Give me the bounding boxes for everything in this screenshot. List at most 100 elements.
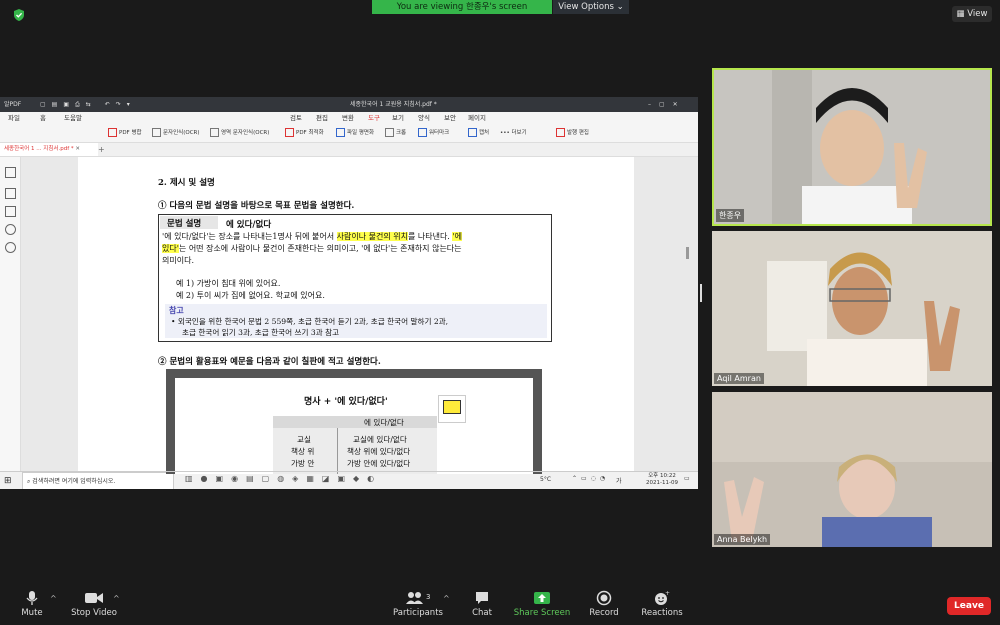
participants-count: 3: [426, 593, 430, 601]
share-screen-icon: [534, 592, 550, 604]
video-options-caret-icon[interactable]: ^: [113, 594, 120, 603]
new-tab-icon[interactable]: +: [98, 143, 105, 156]
participant-name: 한종우: [716, 209, 745, 222]
table-cell: 가방 안에 있다/없다: [347, 459, 411, 468]
participants-caret-icon[interactable]: ^: [443, 594, 450, 603]
watermark-icon: [418, 128, 427, 137]
pdf-titlebar: 알PDF ▢▤▣⎙⇆ ↶↷▾ 세종한국어 1 교원용 지침서.pdf * –▢✕: [0, 97, 698, 112]
view-options-button[interactable]: View Options ⌄: [552, 0, 629, 14]
more-icon: •••: [500, 130, 510, 136]
note-line2: 초급 한국어 읽기 3과, 초급 한국어 쓰기 3과 참고: [182, 328, 340, 337]
grammar-line2: 있다'는 어떤 장소에 사람이나 물건이 존재한다는 의미이고, '에 없다'는…: [162, 244, 462, 253]
ocr-button[interactable]: 문자인식(OCR): [152, 124, 200, 142]
note-label: 참고: [169, 306, 184, 315]
search-doc-icon[interactable]: [5, 242, 16, 253]
chat-button[interactable]: Chat: [464, 590, 500, 618]
taskbar-search[interactable]: ⌕ 검색하려면 여기에 입력하십시오.: [22, 472, 174, 489]
optimize-pdf-button[interactable]: PDF 최적화: [285, 124, 324, 142]
reactions-button[interactable]: + Reactions: [640, 590, 684, 618]
ime-indicator[interactable]: 가: [616, 476, 622, 485]
thumbnail-icon[interactable]: [5, 167, 16, 178]
menu-file[interactable]: 파일: [8, 112, 20, 124]
viewing-screen-banner: You are viewing 한종우's screen: [372, 0, 552, 14]
more-button[interactable]: ••• 더보기: [500, 124, 527, 142]
mute-label: Mute: [21, 608, 43, 618]
watermark-button[interactable]: 워터마크: [418, 124, 449, 142]
share-screen-button[interactable]: Share Screen: [512, 590, 572, 618]
participants-button[interactable]: 3 Participants: [390, 590, 446, 618]
resize-handle[interactable]: [700, 284, 702, 302]
comment-icon[interactable]: [5, 206, 16, 217]
svg-text:+: +: [665, 590, 670, 597]
video-camera-icon: [85, 593, 103, 603]
scrollbar-thumb[interactable]: [686, 247, 689, 259]
leave-button[interactable]: Leave: [947, 597, 991, 615]
table-cell: 교실: [297, 435, 311, 444]
tab-document[interactable]: 세종한국어 1 ... 지침서.pdf * ✕: [0, 143, 98, 156]
view-options-label: View Options: [558, 2, 614, 12]
notification-icon[interactable]: ▭: [684, 475, 690, 482]
menu-edit[interactable]: 편집: [316, 112, 328, 124]
menu-form[interactable]: 양식: [418, 112, 430, 124]
mute-button[interactable]: Mute: [14, 590, 50, 618]
video-tile-1[interactable]: 한종우: [712, 68, 992, 226]
share-screen-label: Share Screen: [513, 608, 571, 618]
menu-home[interactable]: 홈: [40, 112, 46, 124]
chat-icon: [476, 592, 488, 604]
sticky-note-icon[interactable]: [443, 400, 461, 414]
board-title: 명사 + '에 있다/없다': [304, 397, 388, 407]
note-line1: • 외국인을 위한 한국어 문법 2 559쪽, 초급 한국어 듣기 2과, 초…: [171, 317, 449, 326]
grammar-line1: '에 있다/없다'는 장소를 나타내는1명사 뒤에 붙어서 사람이나 물건의 위…: [162, 232, 462, 241]
windows-start-icon[interactable]: ⊞: [4, 475, 12, 487]
flatten-icon: [336, 128, 345, 137]
window-title: 세종한국어 1 교원용 지침서.pdf *: [350, 101, 437, 108]
publish-icon: [556, 128, 565, 137]
side-panel: [0, 157, 21, 471]
menu-help[interactable]: 도움말: [64, 112, 82, 124]
record-icon: [596, 590, 612, 606]
audio-options-caret-icon[interactable]: ^: [50, 594, 57, 603]
view-button[interactable]: ▦ View: [952, 6, 992, 22]
video-tile-2[interactable]: Aqil Amran: [712, 231, 992, 386]
capture-button[interactable]: 캡처: [468, 124, 489, 142]
example-1: 예 1) 가방이 침대 위에 있어요.: [176, 279, 281, 288]
encryption-shield-icon[interactable]: [12, 8, 26, 22]
tray-icons[interactable]: ⌃▭◌◔: [572, 475, 609, 482]
clock[interactable]: 오후 10:22 2021-11-09: [646, 473, 678, 487]
merge-pdf-button[interactable]: PDF 병합: [108, 124, 142, 142]
table-header: [273, 416, 437, 428]
menu-security[interactable]: 보안: [444, 112, 456, 124]
item1-heading: ① 다음의 문법 설명을 바탕으로 목표 문법을 설명한다.: [158, 201, 355, 211]
quick-access-icons[interactable]: ▢▤▣⎙⇆ ↶↷▾: [40, 97, 136, 112]
microphone-icon: [26, 591, 38, 605]
app-logo: 알PDF: [4, 101, 22, 108]
video-tile-3[interactable]: Anna Belykh: [712, 392, 992, 547]
taskbar-app-icons[interactable]: ▥●▣◉▤▢◍◈▦◪▣◆◐: [185, 474, 382, 483]
grammar-title: 에 있다/없다: [226, 220, 272, 230]
close-tab-icon[interactable]: ✕: [75, 146, 80, 152]
search-icon: ⌕: [27, 478, 31, 485]
menu-view[interactable]: 보기: [392, 112, 404, 124]
publish-edit-button[interactable]: 발행 편집: [556, 124, 589, 142]
table-cell: 책상 위에 있다/없다: [347, 447, 411, 456]
menu-convert[interactable]: 변환: [342, 112, 354, 124]
record-button[interactable]: Record: [586, 590, 622, 618]
menu-page[interactable]: 페이지: [468, 112, 486, 124]
attachment-icon[interactable]: [5, 224, 16, 235]
crop-button[interactable]: 크롭: [385, 124, 406, 142]
menu-review[interactable]: 검토: [290, 112, 302, 124]
participants-icon: 3: [406, 592, 430, 604]
pdf-icon: [108, 128, 117, 137]
participant-name: Aqil Amran: [714, 373, 764, 384]
area-ocr-button[interactable]: 영역 문자인식(OCR): [210, 124, 269, 142]
taskbar-search-placeholder: 검색하려면 여기에 입력하십시오.: [32, 478, 116, 485]
table-header-text: 에 있다/없다: [364, 418, 404, 427]
bookmark-icon[interactable]: [5, 188, 16, 199]
optimize-icon: [285, 128, 294, 137]
grid-icon: ▦: [956, 9, 965, 19]
flatten-button[interactable]: 파일 평면화: [336, 124, 374, 142]
participant-name: Anna Belykh: [714, 534, 771, 545]
window-controls[interactable]: –▢✕: [648, 97, 686, 112]
grammar-label: 문법 설명: [167, 219, 202, 229]
meeting-controls: Mute ^ Stop Video ^ 3 Participants ^ Cha…: [0, 588, 1000, 625]
